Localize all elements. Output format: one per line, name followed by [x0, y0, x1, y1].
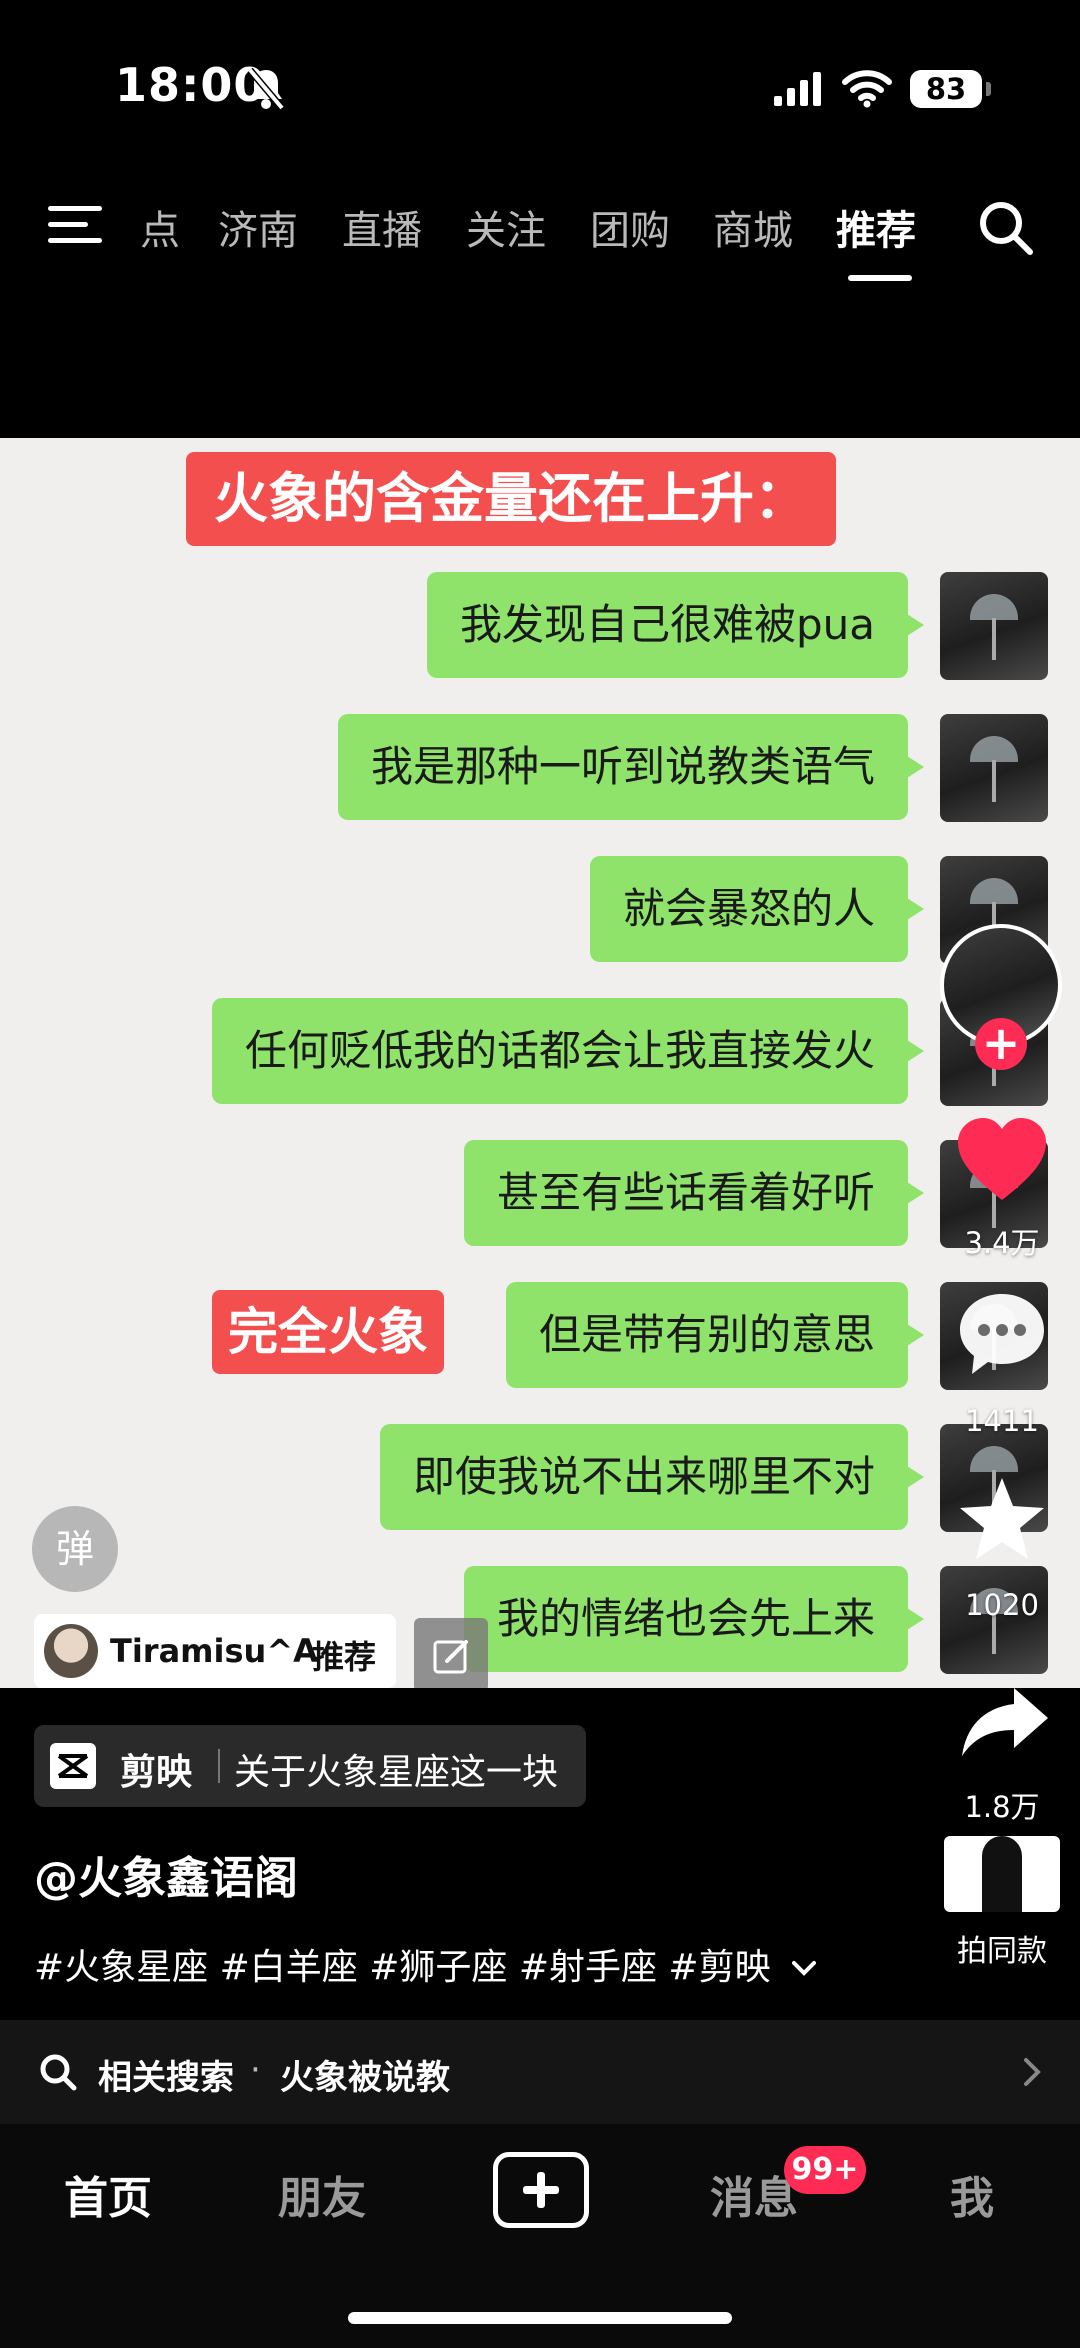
video-player[interactable]: 火象的含金量还在上升： 我发现自己很难被pua 我是那种一听到说教类语气 就会暴…	[0, 438, 1080, 1688]
comment-count: 1411	[965, 1404, 1039, 1438]
share-icon[interactable]	[958, 1684, 1050, 1760]
nav-friends[interactable]: 朋友	[278, 2162, 366, 2226]
chat-avatar	[940, 572, 1048, 680]
edit-button[interactable]	[414, 1618, 488, 1688]
danmaku-toggle-button[interactable]: 弹	[32, 1506, 118, 1592]
related-search-separator: ·	[250, 2050, 261, 2090]
battery-indicator: 83	[910, 70, 991, 108]
chat-bubble: 即使我说不出来哪里不对	[379, 1424, 925, 1530]
video-title-banner: 火象的含金量还在上升：	[186, 452, 836, 546]
music-cover-figure	[982, 1836, 1022, 1912]
signal-icon	[774, 72, 821, 106]
menu-icon[interactable]	[48, 204, 102, 246]
same-style-label[interactable]: 拍同款	[942, 1926, 1062, 1970]
tab-recommend[interactable]: 推荐	[836, 198, 916, 256]
search-icon[interactable]	[978, 200, 1034, 256]
chat-bubble: 甚至有些话看着好听	[463, 1140, 925, 1246]
chat-bubble: 我是那种一听到说教类语气	[337, 714, 925, 820]
wifi-icon	[842, 70, 892, 108]
recommender-label: 推荐	[312, 1638, 377, 1676]
recommender-pill[interactable]: Tiramisu^A 推荐	[34, 1614, 396, 1688]
chevron-down-icon[interactable]	[790, 1959, 818, 1979]
tab-dian[interactable]: 点	[140, 198, 180, 256]
capcut-divider	[218, 1749, 220, 1783]
capcut-app-name: 剪映	[120, 1752, 193, 1793]
recommender-name: Tiramisu^A	[110, 1632, 318, 1670]
hashtag-text[interactable]: #火象星座 #白羊座 #狮子座 #射手座 #剪映	[34, 1947, 771, 1988]
capcut-template-text: 关于火象星座这一块	[234, 1752, 559, 1793]
status-time: 18:00	[115, 58, 267, 112]
related-search-bar[interactable]: 相关搜索 · 火象被说教	[0, 2020, 1080, 2124]
capcut-logo-icon	[50, 1743, 96, 1789]
chat-bubble: 我发现自己很难被pua	[426, 572, 925, 678]
active-tab-indicator	[848, 275, 912, 281]
tab-live[interactable]: 直播	[342, 198, 422, 256]
capcut-template-card[interactable]: 剪映 关于火象星座这一块	[34, 1725, 586, 1807]
star-icon[interactable]	[956, 1474, 1048, 1564]
plus-icon	[523, 2172, 559, 2208]
tab-following[interactable]: 关注	[466, 198, 546, 256]
search-icon	[40, 2054, 77, 2091]
nav-home[interactable]: 首页	[64, 2162, 152, 2226]
follow-plus-button[interactable]: +	[975, 1018, 1027, 1070]
comment-icon[interactable]	[956, 1288, 1048, 1380]
tab-group-buy[interactable]: 团购	[590, 198, 670, 256]
music-cover[interactable]	[944, 1836, 1060, 1912]
tab-mall[interactable]: 商城	[713, 198, 793, 256]
related-search-query: 火象被说教	[280, 2058, 450, 2098]
share-count: 1.8万	[964, 1790, 1040, 1824]
mute-bell-icon	[247, 67, 285, 111]
hashtags[interactable]: #火象星座 #白羊座 #狮子座 #射手座 #剪映	[34, 1938, 818, 1990]
author-handle[interactable]: @火象鑫语阁	[34, 1842, 298, 1906]
fire-sign-tag: 完全火象	[212, 1290, 444, 1374]
tab-jinan[interactable]: 济南	[218, 198, 298, 256]
chevron-right-icon	[1024, 2058, 1041, 2086]
related-search-label: 相关搜索	[98, 2058, 234, 2098]
recommender-avatar	[44, 1624, 98, 1678]
edit-icon	[433, 1640, 468, 1674]
chat-avatar	[940, 714, 1048, 822]
home-indicator	[348, 2312, 732, 2324]
heart-icon[interactable]	[954, 1116, 1050, 1204]
chat-bubble: 我的情绪也会先上来	[463, 1566, 925, 1672]
like-count: 3.4万	[964, 1226, 1040, 1260]
chat-bubble: 但是带有别的意思	[505, 1282, 925, 1388]
message-badge: 99+	[784, 2146, 866, 2194]
chat-bubble: 就会暴怒的人	[589, 856, 925, 962]
nav-me[interactable]: 我	[950, 2162, 994, 2226]
create-button[interactable]	[493, 2152, 589, 2228]
chat-bubble: 任何贬低我的话都会让我直接发火	[211, 998, 925, 1104]
favorite-count: 1020	[965, 1588, 1039, 1622]
